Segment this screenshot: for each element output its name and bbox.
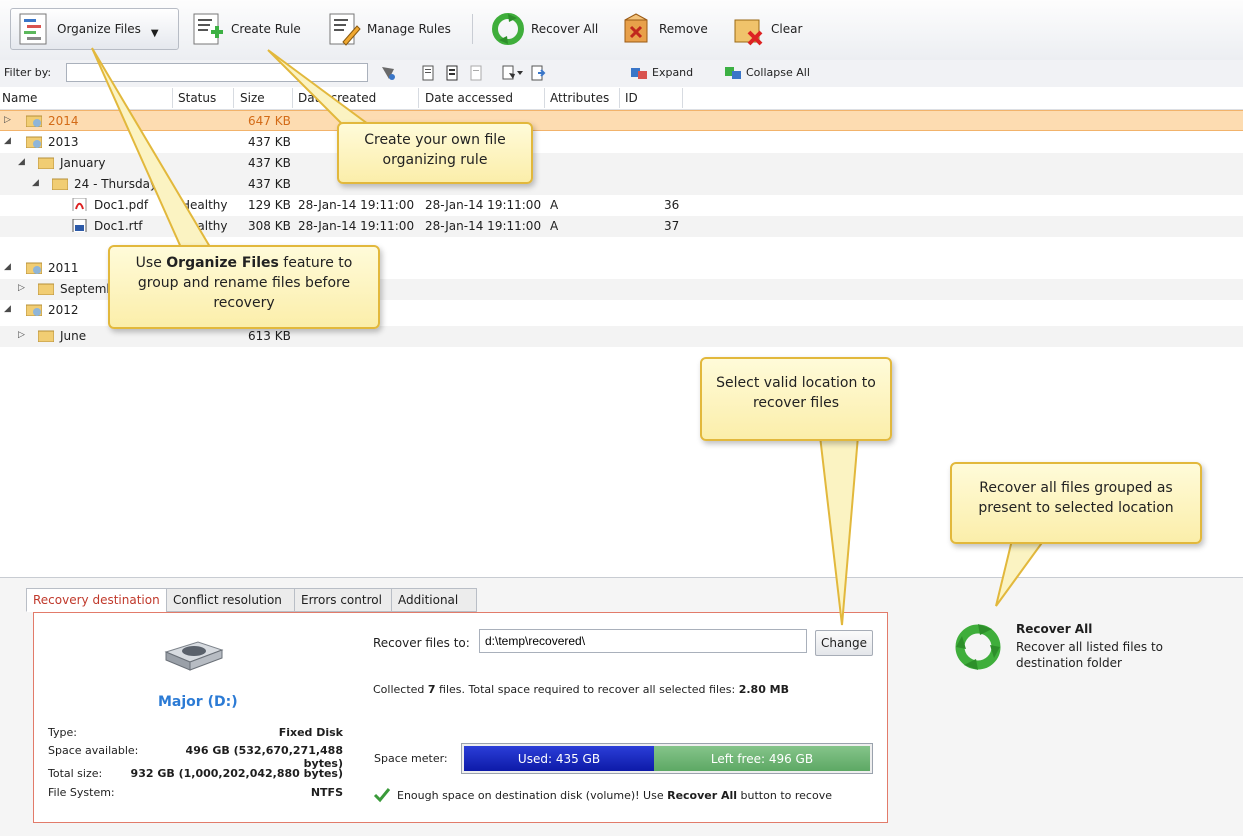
callout-pointers: [91, 47, 1046, 626]
select-location-pointer: [818, 435, 860, 626]
organize-pointer: [91, 47, 215, 253]
recover-all-pointer: [995, 539, 1046, 607]
select-location-callout: Select valid location to recover files: [700, 357, 892, 441]
create-rule-callout: Create your own file organizing rule: [337, 122, 533, 184]
organize-files-callout: Use Organize Files feature to group and …: [108, 245, 380, 329]
create-rule-pointer: [267, 49, 376, 128]
recover-all-callout: Recover all files grouped as present to …: [950, 462, 1202, 544]
